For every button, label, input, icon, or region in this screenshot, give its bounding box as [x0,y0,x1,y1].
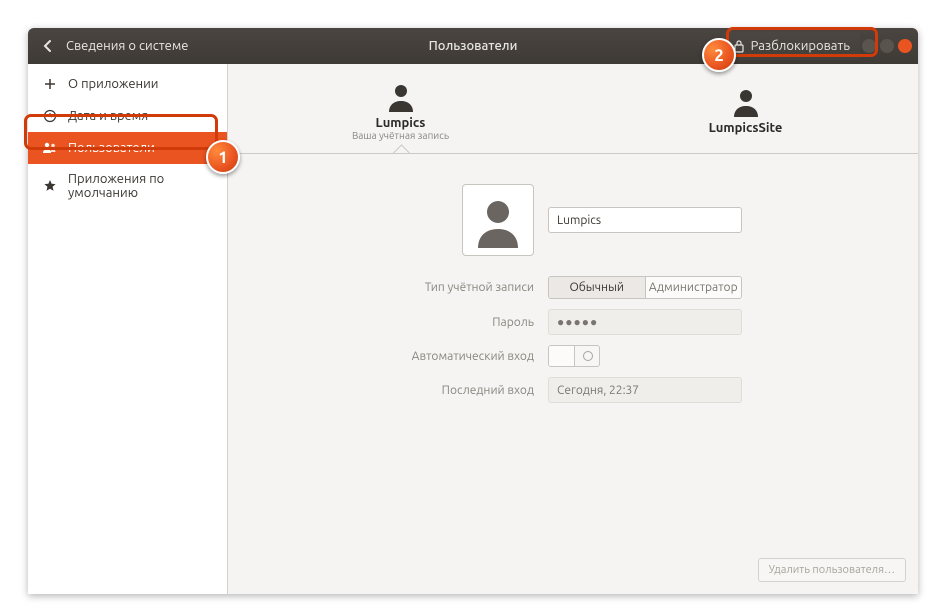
sidebar-item-datetime[interactable]: Дата и время [28,100,227,132]
maximize-button[interactable] [880,39,894,53]
autologin-switch[interactable] [548,345,600,367]
user-name: Lumpics [376,116,426,130]
switch-off-indicator [583,351,593,361]
window-controls [862,39,912,53]
chevron-left-icon [43,39,53,53]
plus-icon [42,76,58,92]
switch-handle [549,346,575,366]
main-panel: Lumpics Ваша учётная запись LumpicsSite [228,64,918,594]
titlebar: Сведения о системе Пользователи Разблоки… [28,28,918,64]
sidebar: О приложении Дата и время Пользователи П… [28,64,228,594]
user-tabs: Lumpics Ваша учётная запись LumpicsSite [228,64,918,154]
sidebar-item-label: Пользователи [68,141,155,155]
minimize-button[interactable] [862,39,876,53]
sidebar-item-default-apps[interactable]: Приложения по умолчанию [28,164,227,208]
sidebar-item-label: Дата и время [68,109,148,123]
close-button[interactable] [898,39,912,53]
user-tab[interactable]: LumpicsSite [573,64,918,154]
unlock-button[interactable]: Разблокировать [723,32,860,60]
account-type-admin[interactable]: Администратор [646,277,742,298]
account-type-standard[interactable]: Обычный [549,277,646,298]
avatar-icon [728,83,764,119]
password-label: Пароль [268,316,548,329]
avatar-icon [468,190,528,250]
star-icon [42,178,58,194]
sidebar-item-about[interactable]: О приложении [28,68,227,100]
sidebar-item-users[interactable]: Пользователи [28,132,227,164]
sidebar-item-label: Приложения по умолчанию [68,172,213,200]
account-type-label: Тип учётной записи [268,281,548,294]
unlock-label: Разблокировать [751,39,850,53]
page-title: Пользователи [429,39,518,53]
password-field[interactable]: ●●●●● [548,309,742,335]
clock-icon [42,108,58,124]
user-details: Тип учётной записи Обычный Администратор… [228,154,918,594]
sidebar-item-label: О приложении [68,77,158,91]
username-input[interactable] [548,207,742,233]
lock-icon [733,39,745,53]
header-section-title: Сведения о системе [66,39,189,53]
account-type-toggle[interactable]: Обычный Администратор [548,276,742,299]
avatar-picker[interactable] [462,184,534,256]
avatar-icon [383,78,419,114]
user-tab[interactable]: Lumpics Ваша учётная запись [228,64,573,154]
user-subtitle: Ваша учётная запись [352,130,449,141]
back-button[interactable] [34,32,62,60]
delete-user-button[interactable]: Удалить пользователя… [758,558,906,582]
lastlogin-value: Сегодня, 22:37 [548,377,742,403]
users-icon [42,140,58,156]
autologin-label: Автоматический вход [268,350,548,363]
lastlogin-label: Последний вход [268,384,548,397]
user-name: LumpicsSite [709,121,783,135]
